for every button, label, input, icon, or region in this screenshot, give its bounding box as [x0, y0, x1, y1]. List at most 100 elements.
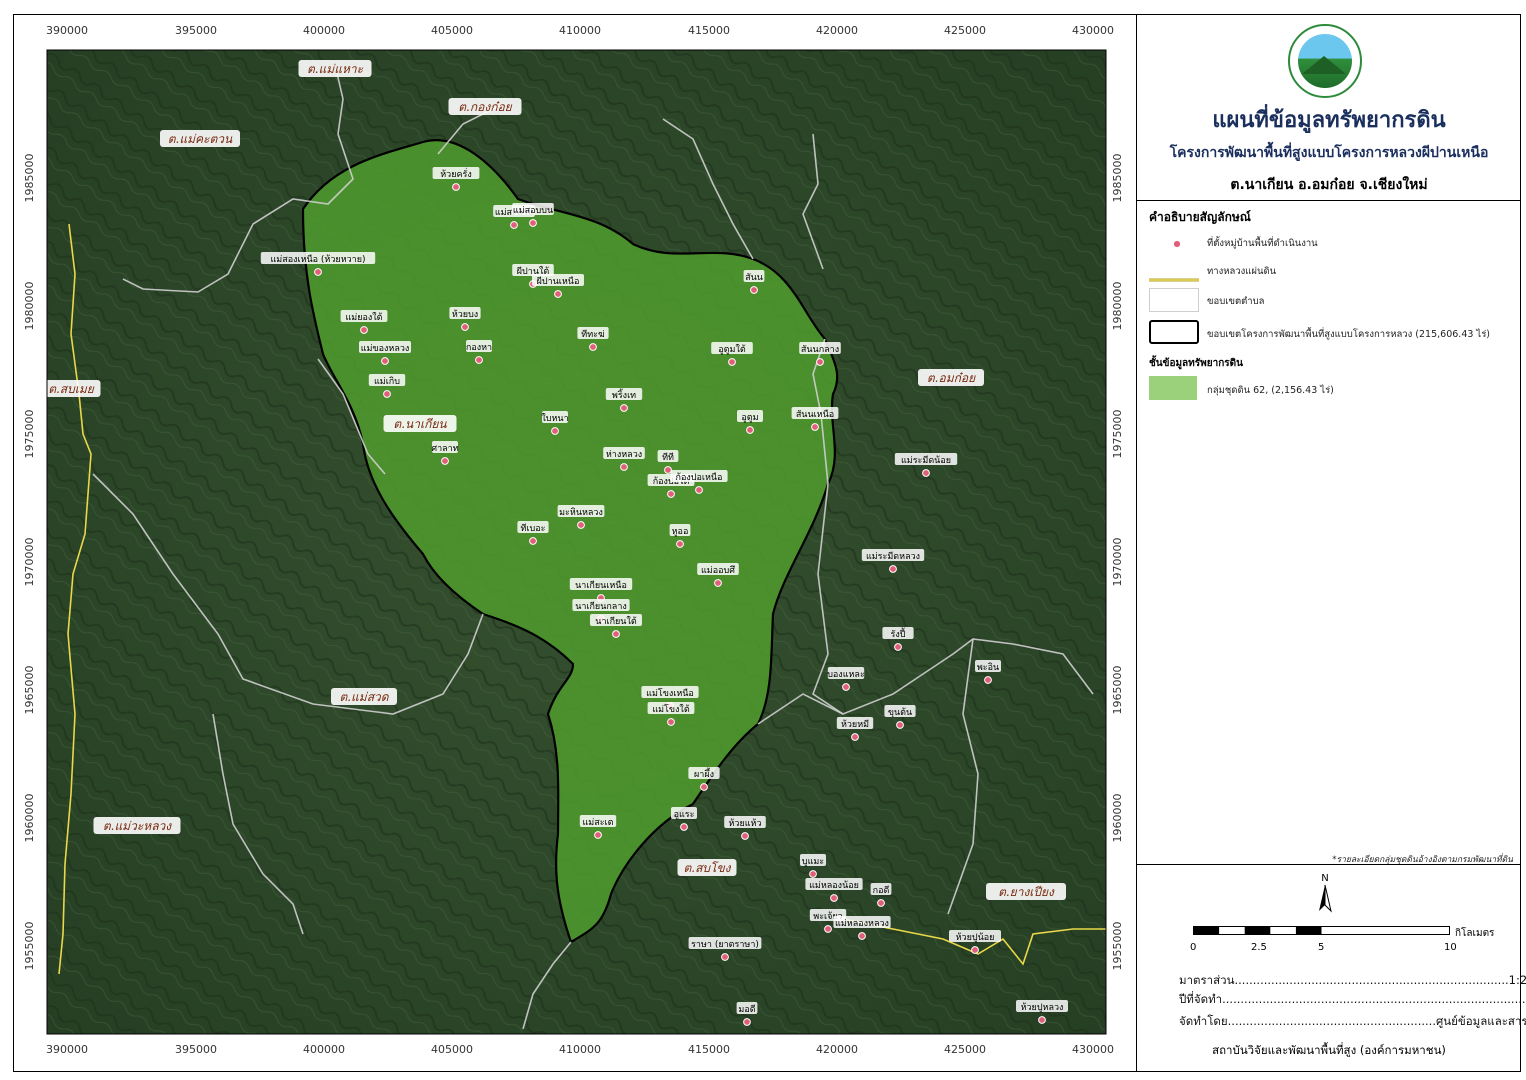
tambon-label: ต.แม่สวด: [339, 690, 389, 704]
northing-tick-label: 1970000: [23, 538, 36, 587]
village-marker: [743, 1018, 751, 1026]
village-marker: [667, 718, 675, 726]
year-row: ปีที่จัดทำ..............................…: [1179, 992, 1526, 1006]
village-marker: [695, 486, 703, 494]
village-marker: [851, 733, 859, 741]
map-canvas: ห้วยครั่งแม่สะลาบแม่สอบบนแม่สองเหนือ (ห้…: [23, 24, 1124, 1056]
scale-tick-2-5: 2.5: [1251, 942, 1267, 953]
easting-tick-label: 405000: [431, 1043, 473, 1056]
village-marker: [811, 423, 819, 431]
easting-tick-label: 415000: [688, 1043, 730, 1056]
tambon-label: ต.กองก๋อย: [458, 100, 512, 114]
location-name: ต.นาเกียน อ.อมก๋อย จ.เชียงใหม่: [1230, 177, 1428, 193]
legend-village-label: ที่ตั้งหมู่บ้านพื้นที่ดำเนินงาน: [1207, 238, 1318, 249]
tambon-label: ต.แม่วะหลวง: [103, 819, 172, 833]
village-marker: [809, 870, 817, 878]
made-by-row: จัดทำโดย................................…: [1179, 1014, 1526, 1028]
northing-tick-label: 1975000: [1111, 410, 1124, 459]
legend-project-boundary-icon: [1149, 320, 1199, 344]
village-label: แม่โขงเหนือ: [646, 688, 694, 699]
easting-tick-label: 390000: [46, 24, 88, 37]
village-label: แม่โขงใต้: [652, 704, 690, 715]
village-marker: [594, 831, 602, 839]
village-marker: [360, 326, 368, 334]
village-marker: [889, 565, 897, 573]
section-divider: [1137, 864, 1521, 865]
village-label: แม่ของหลวง: [361, 344, 410, 354]
northing-tick-label: 1980000: [23, 282, 36, 331]
village-marker: [984, 676, 992, 684]
legend-project-boundary-label: ขอบเขตโครงการพัฒนาพื้นที่สูงแบบโครงการหล…: [1207, 329, 1491, 340]
village-label: แม่สะเต: [583, 818, 614, 828]
village-marker: [510, 221, 518, 229]
legend-soil-group-icon: [1149, 376, 1197, 400]
village-label: แม่ระมีดหลวง: [866, 551, 920, 562]
village-label: ราษา (ยาตราษา): [691, 940, 759, 950]
village-marker: [620, 463, 628, 471]
village-marker: [664, 466, 672, 474]
tambon-label: ต.นาเกียน: [393, 417, 447, 431]
village-label: ใบหนา: [541, 413, 568, 424]
tambon-label: ต.สบโขง: [683, 861, 731, 875]
institute-logo: [1288, 24, 1362, 98]
village-label: ห้วยแห้ว: [728, 818, 761, 829]
easting-tick-label: 410000: [559, 1043, 601, 1056]
legend-soil-group-label: กลุ่มชุดดิน 62, (2,156.43 ไร่): [1207, 385, 1334, 396]
village-label: หูออ: [672, 527, 689, 537]
village-marker: [830, 894, 838, 902]
northing-tick-label: 1955000: [1111, 922, 1124, 971]
legend-village-icon: [1171, 235, 1183, 254]
map-panel: ห้วยครั่งแม่สะลาบแม่สอบบนแม่สองเหนือ (ห้…: [13, 14, 1137, 1072]
village-marker: [680, 823, 688, 831]
village-label: อูแระ: [674, 810, 695, 820]
village-marker: [1038, 1016, 1046, 1024]
village-marker: [452, 183, 460, 191]
village-marker: [612, 630, 620, 638]
soil-layer-header: ชั้นข้อมูลทรัพยากรดิน: [1149, 358, 1243, 369]
tambon-label: ต.แม่แหาะ: [307, 62, 364, 76]
northing-tick-label: 1965000: [23, 666, 36, 715]
village-marker: [554, 290, 562, 298]
northing-tick-label: 1970000: [1111, 538, 1124, 587]
village-marker: [529, 219, 537, 227]
northing-tick-label: 1985000: [1111, 154, 1124, 203]
northing-tick-label: 1960000: [1111, 794, 1124, 843]
village-marker: [741, 832, 749, 840]
village-label: สันน: [745, 273, 763, 283]
village-label: กอดี: [873, 885, 890, 896]
northing-tick-label: 1960000: [23, 794, 36, 843]
tambon-label: ต.ยางเปียง: [998, 885, 1055, 899]
village-marker: [894, 643, 902, 651]
village-marker: [676, 540, 684, 548]
easting-tick-label: 390000: [46, 1043, 88, 1056]
easting-tick-label: 410000: [559, 24, 601, 37]
village-label: ก้องปอเหนือ: [676, 472, 723, 483]
easting-tick-label: 395000: [175, 24, 217, 37]
easting-tick-label: 420000: [816, 24, 858, 37]
institute-name: สถาบันวิจัยและพัฒนาพื้นที่สูง (องค์การมห…: [1212, 1043, 1446, 1057]
easting-tick-label: 400000: [303, 1043, 345, 1056]
village-label: แม่หลองหลวง: [835, 919, 889, 929]
north-label: N: [1321, 873, 1328, 884]
tambon-label: ต.อมก๋อย: [927, 371, 976, 385]
section-divider: [1137, 200, 1521, 201]
north-arrow-icon: N: [1319, 873, 1332, 913]
village-marker: [620, 404, 628, 412]
easting-tick-label: 420000: [816, 1043, 858, 1056]
village-marker: [461, 323, 469, 331]
village-label: สันนเหนือ: [796, 409, 834, 420]
village-label: แม่ระมีดน้อย: [901, 455, 951, 466]
village-label: ห้วยปูหลวง: [1021, 1002, 1064, 1013]
village-label: ขุนต้น: [888, 707, 912, 718]
village-label: แม่เกิบ: [374, 376, 400, 387]
village-label: ห่างหลวง: [606, 450, 642, 460]
village-marker: [858, 932, 866, 940]
village-marker: [896, 721, 904, 729]
village-label: แม่ยองใต้: [345, 312, 382, 323]
village-marker: [589, 343, 597, 351]
village-label: กองหา: [466, 343, 492, 353]
village-label: อูตูม: [741, 413, 758, 423]
legend-tambon-label: ขอบเขตตำบล: [1207, 296, 1265, 307]
easting-tick-label: 405000: [431, 24, 473, 37]
scale-tick-0: 0: [1190, 942, 1197, 953]
